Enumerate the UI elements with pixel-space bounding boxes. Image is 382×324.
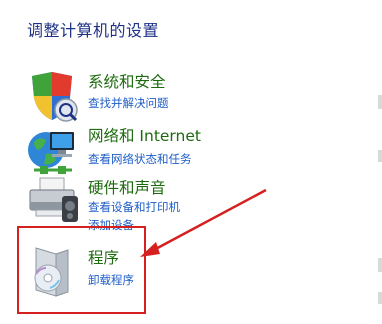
annotation-arrow-icon xyxy=(140,188,267,257)
right-edge-fragment xyxy=(378,150,382,162)
right-edge-fragment xyxy=(378,258,382,272)
right-edge-fragment xyxy=(378,292,382,304)
right-edge-fragment xyxy=(378,95,382,109)
